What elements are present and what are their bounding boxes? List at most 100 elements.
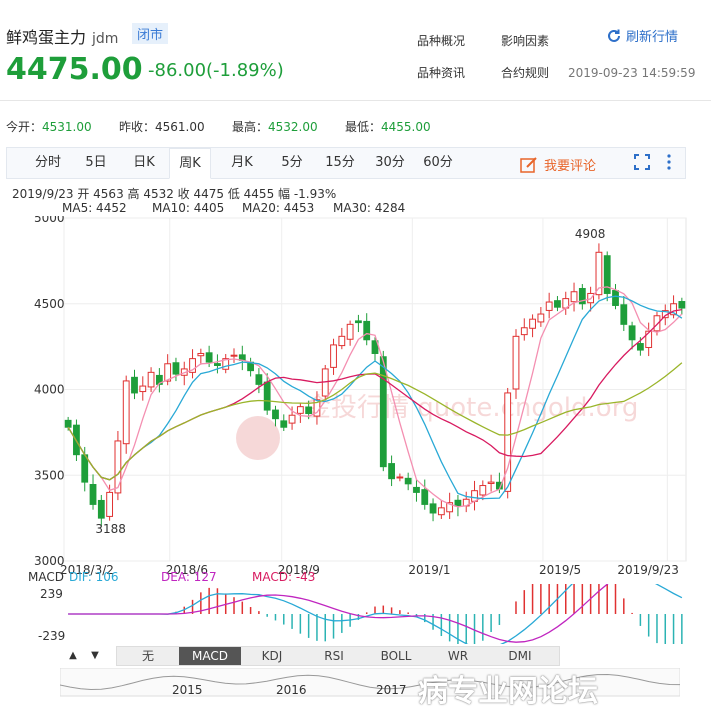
indicator-none[interactable]: 无 (117, 647, 179, 665)
candle-body (122, 380, 130, 445)
nav-year-2017: 2017 (376, 683, 407, 697)
candle-body (139, 385, 147, 393)
tab-daily[interactable]: 日K (123, 148, 165, 178)
y-tick-label: 4500 (34, 297, 65, 311)
ma5-label: MA5: 4452 (62, 201, 127, 215)
quote-timestamp: 2019-09-23 14:59:59 (568, 66, 696, 80)
stat-low: 最低：4455.00 (345, 120, 431, 134)
comment-button[interactable]: 我要评论 (520, 155, 596, 174)
candle-body (89, 484, 97, 505)
tab-60min[interactable]: 60分 (417, 148, 459, 178)
candle-body (330, 344, 337, 368)
high-annotation: 4908 (575, 227, 606, 241)
candle-body (620, 304, 628, 325)
nav-year-2016: 2016 (276, 683, 307, 697)
comment-label: 我要评论 (544, 159, 597, 174)
link-overview[interactable]: 品种概况 (417, 32, 465, 49)
candle-body (64, 419, 72, 428)
candle-body (520, 327, 528, 336)
candle-body (396, 476, 404, 479)
candlestick-chart[interactable]: 金投行情 quote.cngold.org 500045004000350030… (0, 216, 711, 586)
candle-body (296, 406, 304, 414)
candle-body (272, 409, 279, 420)
candle-body (280, 420, 288, 428)
edit-icon (520, 157, 537, 173)
tab-15min[interactable]: 15分 (319, 148, 361, 178)
candle-body (545, 301, 553, 311)
nav-year-2015: 2015 (172, 683, 203, 697)
watermark-text: 金投行情 quote.cngold.org (305, 393, 638, 423)
ohlc-readout: 2019/9/23 开 4563 高 4532 收 4475 低 4455 幅 … (12, 187, 337, 201)
candle-body (512, 335, 520, 390)
candle-body (437, 507, 445, 516)
candle-body (413, 486, 420, 493)
indicator-wr[interactable]: WR (427, 647, 489, 665)
tab-monthly[interactable]: 月K (221, 148, 263, 178)
tab-intraday[interactable]: 分时 (27, 148, 69, 178)
candle-body (147, 371, 155, 388)
scroll-down-button[interactable]: ▼ (86, 648, 104, 664)
overlay-watermark: 病专业网论坛 (418, 674, 598, 709)
macd-dif: DIF: 106 (69, 570, 119, 584)
tab-30min[interactable]: 30分 (369, 148, 411, 178)
candle-body (106, 491, 114, 517)
macd-name: MACD (28, 570, 64, 584)
x-tick-label: 2019/5 (539, 563, 581, 577)
candle-body (645, 330, 653, 348)
candle-body (338, 335, 346, 347)
tab-weekly[interactable]: 周K (169, 148, 211, 179)
candle-body (570, 291, 578, 303)
candle-body (479, 485, 487, 496)
indicator-rsi[interactable]: RSI (303, 647, 365, 665)
macd-ytick-bottom: -239 (38, 629, 65, 643)
candle-body (305, 406, 313, 415)
tab-5day[interactable]: 5日 (75, 148, 117, 178)
link-rules[interactable]: 合约规则 (501, 64, 549, 81)
ma30-label: MA30: 4284 (333, 201, 406, 215)
last-price: 4475.00 (6, 52, 143, 87)
stat-prev-close: 昨收：4561.00 (119, 120, 205, 134)
low-annotation: 3188 (95, 522, 126, 536)
more-menu-icon[interactable] (666, 154, 672, 174)
contract-code: jdm (92, 31, 119, 47)
indicator-boll[interactable]: BOLL (365, 647, 427, 665)
indicator-dmi[interactable]: DMI (489, 647, 551, 665)
fullscreen-icon[interactable] (634, 154, 650, 174)
indicator-tabs: 无 MACD KDJ RSI BOLL WR DMI (116, 646, 560, 666)
x-tick-label: 2019/9/23 (617, 563, 679, 577)
link-news[interactable]: 品种资讯 (417, 64, 465, 81)
candle-body (429, 503, 437, 514)
refresh-icon (608, 29, 620, 42)
candle-body (97, 499, 105, 519)
candle-body (230, 354, 238, 357)
candle-body (214, 363, 221, 366)
ma10-label: MA10: 4405 (152, 201, 225, 215)
candle-body (379, 356, 387, 468)
refresh-button[interactable]: 刷新行情 (606, 26, 678, 45)
indicator-kdj[interactable]: KDJ (241, 647, 303, 665)
candle-body (288, 414, 296, 424)
market-status-badge: 闭市 (132, 23, 169, 44)
scroll-up-button[interactable]: ▲ (64, 648, 82, 664)
candle-body (612, 290, 619, 306)
candle-body (114, 440, 122, 494)
candle-body (355, 320, 362, 324)
candle-body (678, 301, 686, 309)
refresh-label: 刷新行情 (626, 30, 679, 45)
macd-chart[interactable]: 239 -239 (0, 584, 711, 644)
candle-body (263, 381, 271, 411)
ma20-label: MA20: 4453 (242, 201, 315, 215)
candle-body (653, 315, 661, 332)
candle-body (504, 392, 512, 492)
link-factors[interactable]: 影响因素 (501, 32, 549, 49)
macd-ytick-top: 239 (40, 587, 63, 601)
macd-value: MACD: -43 (252, 570, 316, 584)
indicator-macd[interactable]: MACD (179, 647, 241, 665)
candle-body (454, 499, 462, 507)
candle-body (636, 343, 644, 351)
candle-body (554, 300, 561, 308)
divider (0, 100, 711, 101)
y-tick-label: 4000 (34, 383, 65, 397)
tab-5min[interactable]: 5分 (271, 148, 313, 178)
price-change: -86.00(-1.89%) (148, 60, 284, 81)
